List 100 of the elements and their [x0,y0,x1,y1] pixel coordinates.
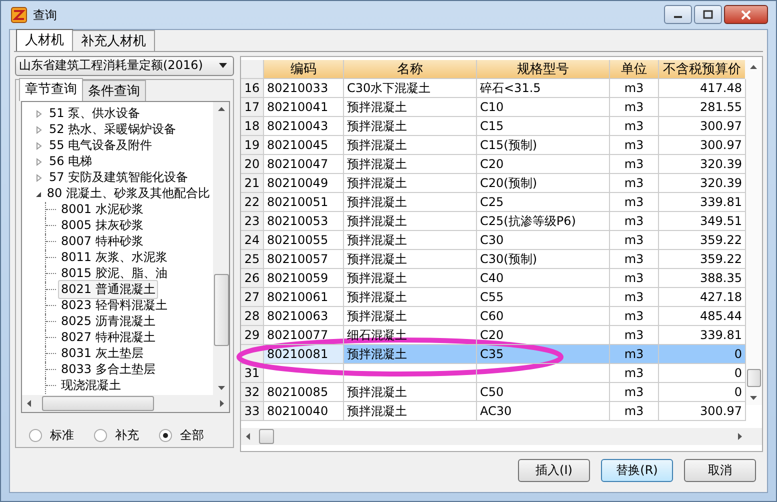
radio-button[interactable] [94,428,107,442]
column-header[interactable]: 单位 [610,60,659,79]
radio-button[interactable] [29,428,42,442]
tab[interactable]: 条件查询 [82,80,146,101]
scroll-thumb[interactable] [42,396,154,411]
table-cell: 预拌混凝土 [344,155,477,174]
table-cell: 80210063 [264,307,344,326]
vertical-scrollbar[interactable] [745,60,762,405]
table-cell: 预拌混凝土 [344,383,477,402]
horizontal-scrollbar[interactable] [241,428,762,445]
radio-label: 补充 [115,426,139,444]
scroll-right-icon[interactable] [738,433,742,440]
table-cell: m3 [610,136,659,155]
table-cell: C20 [477,155,610,174]
scroll-right-icon[interactable] [220,400,224,407]
table-cell: C15 [477,117,610,136]
expander-icon[interactable] [35,190,41,198]
row-number: 24 [241,231,264,250]
table-cell: 预拌混凝土 [344,269,477,288]
table-cell: m3 [610,345,659,364]
scroll-up-icon[interactable] [218,106,224,111]
table-cell: C40 [477,269,610,288]
quota-dropdown[interactable]: 山东省建筑工程消耗量定额(2016) [15,56,234,76]
close-button[interactable] [724,5,768,24]
table-cell: 预拌混凝土 [344,288,477,307]
maximize-button[interactable] [694,5,722,24]
row-number: 16 [241,79,264,98]
table-cell: C25 [477,193,610,212]
table-cell: m3 [610,307,659,326]
horizontal-scrollbar[interactable] [22,394,229,412]
table-cell: 预拌混凝土 [344,98,477,117]
table-cell: C30(预制) [477,250,610,269]
scroll-left-icon[interactable] [246,433,250,440]
radio-label: 标准 [50,426,74,444]
table-cell: m3 [610,402,659,421]
app-icon [11,7,27,23]
table-cell: m3 [610,212,659,231]
scroll-left-icon[interactable] [27,400,31,407]
table-cell: 80210085 [264,383,344,402]
table-cell: m3 [610,174,659,193]
tab[interactable]: 补充人材机 [72,30,155,51]
row-number: 18 [241,117,264,136]
table-cell: m3 [610,269,659,288]
table-cell: 预拌混凝土 [344,174,477,193]
scroll-thumb[interactable] [747,369,761,387]
scroll-down-icon[interactable] [750,396,757,400]
table-cell: m3 [610,98,659,117]
dialog-button[interactable]: 取消 [684,458,756,482]
close-icon [740,10,752,20]
table-cell: 预拌混凝土 [344,250,477,269]
table-cell: 80210081 [264,345,344,364]
table-cell: 预拌混凝土 [344,402,477,421]
row-number: 23 [241,212,264,231]
table-cell: 80210055 [264,231,344,250]
table-cell: 80210047 [264,155,344,174]
tab[interactable]: 章节查询 [19,78,83,101]
table-cell: m3 [610,79,659,98]
row-number: 22 [241,193,264,212]
column-header[interactable]: 规格型号 [477,60,610,79]
table-cell: 80210059 [264,269,344,288]
table-cell: 预拌混凝土 [344,193,477,212]
table-cell: C50 [477,383,610,402]
scroll-down-icon[interactable] [218,386,224,390]
table-cell: C10 [477,98,610,117]
table-cell: 预拌混凝土 [344,307,477,326]
column-header[interactable]: 编码 [264,60,344,79]
scroll-thumb[interactable] [214,274,229,346]
tab[interactable]: 人材机 [16,29,73,51]
row-number: 33 [241,402,264,421]
table-cell: m3 [610,117,659,136]
dialog-button[interactable]: 替换(R) [601,458,673,482]
column-header[interactable]: 不含税预算价 [659,60,746,79]
row-number: 32 [241,383,264,402]
table-cell: C30 [477,231,610,250]
radio-button[interactable] [159,428,172,442]
table-cell: 碎石<31.5 [477,79,610,98]
table-cell: m3 [610,193,659,212]
scroll-up-icon[interactable] [750,65,757,69]
maximize-icon [703,10,713,19]
table-cell: 80210051 [264,193,344,212]
table-cell: 80210041 [264,98,344,117]
row-number: 26 [241,269,264,288]
vertical-scrollbar[interactable] [213,102,229,395]
dialog-button[interactable]: 插入(I) [518,458,590,482]
row-number: 25 [241,250,264,269]
table-cell: 预拌混凝土 [344,117,477,136]
row-number: 17 [241,98,264,117]
tree-item[interactable]: 8021 普通混凝土 [58,280,158,300]
table-cell: 80210057 [264,250,344,269]
table-cell: m3 [610,250,659,269]
minimize-button[interactable] [664,5,692,24]
table-cell: 预拌混凝土 [344,231,477,250]
window-title: 查询 [33,6,57,24]
table-cell: 80210033 [264,79,344,98]
table-cell: 80210045 [264,136,344,155]
table-cell: C15(预制) [477,136,610,155]
table-cell: C20(预制) [477,174,610,193]
table-cell: m3 [610,231,659,250]
column-header[interactable]: 名称 [344,60,477,79]
scroll-thumb[interactable] [259,429,274,444]
